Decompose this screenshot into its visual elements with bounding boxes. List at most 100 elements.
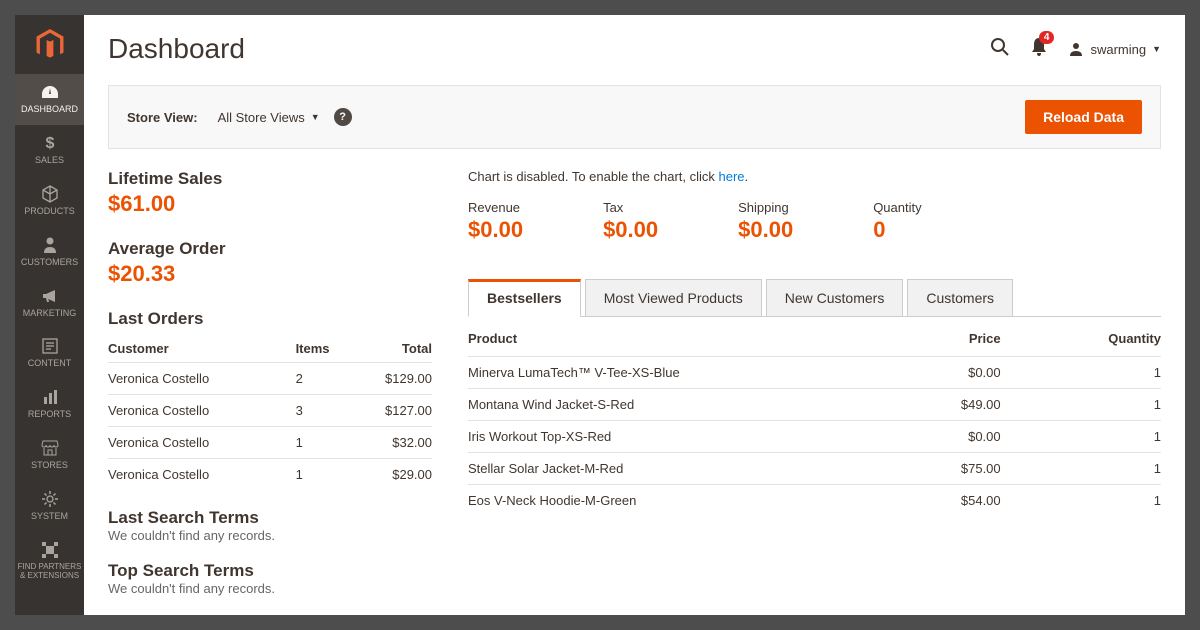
cell-product: Minerva LumaTech™ V-Tee-XS-Blue <box>468 357 871 389</box>
last-orders-title: Last Orders <box>108 309 432 329</box>
table-row[interactable]: Minerva LumaTech™ V-Tee-XS-Blue$0.001 <box>468 357 1161 389</box>
store-view-value: All Store Views <box>218 110 305 125</box>
nav-customers[interactable]: CUSTOMERS <box>15 227 84 278</box>
help-icon[interactable]: ? <box>334 108 352 126</box>
nav-label: DASHBOARD <box>21 105 78 115</box>
cell-price: $75.00 <box>871 453 1061 485</box>
nav-label: PRODUCTS <box>24 207 75 217</box>
table-row[interactable]: Iris Workout Top-XS-Red$0.001 <box>468 421 1161 453</box>
bestsellers-table: Product Price Quantity Minerva LumaTech™… <box>468 316 1161 516</box>
tabs: Bestsellers Most Viewed Products New Cus… <box>468 279 1161 317</box>
col-total: Total <box>363 335 432 363</box>
customers-icon <box>43 235 57 255</box>
cell-price: $0.00 <box>871 421 1061 453</box>
store-view-label: Store View: <box>127 110 198 125</box>
dashboard-icon <box>40 82 60 102</box>
tab-customers[interactable]: Customers <box>907 279 1013 317</box>
partners-icon <box>41 540 59 560</box>
top-search-section: Top Search Terms We couldn't find any re… <box>108 561 432 596</box>
cell-product: Stellar Solar Jacket-M-Red <box>468 453 871 485</box>
nav-label: MARKETING <box>23 309 77 319</box>
nav-reports[interactable]: REPORTS <box>15 379 84 430</box>
notifications-icon[interactable]: 4 <box>1030 37 1048 62</box>
reload-data-button[interactable]: Reload Data <box>1025 100 1142 134</box>
nav-marketing[interactable]: MARKETING <box>15 278 84 329</box>
cell-items: 2 <box>256 363 364 395</box>
metric-label: Shipping <box>738 200 793 215</box>
nav-label: FIND PARTNERS & EXTENSIONS <box>17 563 82 581</box>
notification-badge: 4 <box>1039 31 1055 44</box>
nav-products[interactable]: PRODUCTS <box>15 176 84 227</box>
cell-quantity: 1 <box>1061 421 1161 453</box>
average-order-label: Average Order <box>108 239 432 259</box>
metric-value: $0.00 <box>468 217 523 243</box>
last-orders-table: Customer Items Total Veronica Costello2$… <box>108 335 432 490</box>
tab-bestsellers[interactable]: Bestsellers <box>468 279 581 317</box>
nav-content[interactable]: CONTENT <box>15 328 84 379</box>
nav-dashboard[interactable]: DASHBOARD <box>15 74 84 125</box>
lifetime-sales-value: $61.00 <box>108 191 432 217</box>
nav-label: STORES <box>31 461 68 471</box>
last-search-section: Last Search Terms We couldn't find any r… <box>108 508 432 543</box>
nav-label: CONTENT <box>28 359 72 369</box>
chevron-down-icon: ▼ <box>1152 44 1161 54</box>
cell-product: Montana Wind Jacket-S-Red <box>468 389 871 421</box>
col-customer: Customer <box>108 335 256 363</box>
table-row[interactable]: Veronica Costello2$129.00 <box>108 363 432 395</box>
cell-quantity: 1 <box>1061 453 1161 485</box>
nav-system[interactable]: SYSTEM <box>15 481 84 532</box>
metric-tax: Tax $0.00 <box>603 200 658 243</box>
metric-shipping: Shipping $0.00 <box>738 200 793 243</box>
table-row[interactable]: Eos V-Neck Hoodie-M-Green$54.001 <box>468 485 1161 517</box>
table-row[interactable]: Veronica Costello3$127.00 <box>108 395 432 427</box>
last-search-msg: We couldn't find any records. <box>108 528 432 543</box>
metric-quantity: Quantity 0 <box>873 200 921 243</box>
nav-stores[interactable]: STORES <box>15 430 84 481</box>
cell-total: $29.00 <box>363 459 432 491</box>
system-icon <box>41 489 59 509</box>
cell-price: $54.00 <box>871 485 1061 517</box>
cell-price: $0.00 <box>871 357 1061 389</box>
cell-price: $49.00 <box>871 389 1061 421</box>
page-title: Dashboard <box>108 33 990 65</box>
last-search-title: Last Search Terms <box>108 508 432 528</box>
nav-find-partners[interactable]: FIND PARTNERS & EXTENSIONS <box>15 532 84 591</box>
toolbar: Store View: All Store Views ▼ ? Reload D… <box>108 85 1161 149</box>
table-row[interactable]: Veronica Costello1$29.00 <box>108 459 432 491</box>
cell-customer: Veronica Costello <box>108 395 256 427</box>
user-icon <box>1068 41 1084 57</box>
top-search-title: Top Search Terms <box>108 561 432 581</box>
cell-items: 1 <box>256 427 364 459</box>
magento-logo[interactable] <box>15 15 84 74</box>
search-icon[interactable] <box>990 37 1010 62</box>
metric-label: Quantity <box>873 200 921 215</box>
lifetime-sales-block: Lifetime Sales $61.00 <box>108 169 432 217</box>
nav-sales[interactable]: $ SALES <box>15 125 84 176</box>
cell-quantity: 1 <box>1061 389 1161 421</box>
main: Dashboard 4 swarming ▼ Store View: Al <box>84 15 1185 615</box>
chart-disabled-msg: Chart is disabled. To enable the chart, … <box>468 169 1161 184</box>
stores-icon <box>41 438 59 458</box>
metric-value: 0 <box>873 217 921 243</box>
table-row[interactable]: Veronica Costello1$32.00 <box>108 427 432 459</box>
cell-product: Eos V-Neck Hoodie-M-Green <box>468 485 871 517</box>
enable-chart-link[interactable]: here <box>719 169 745 184</box>
table-row[interactable]: Stellar Solar Jacket-M-Red$75.001 <box>468 453 1161 485</box>
nav-label: CUSTOMERS <box>21 258 78 268</box>
cell-items: 1 <box>256 459 364 491</box>
marketing-icon <box>41 286 59 306</box>
average-order-block: Average Order $20.33 <box>108 239 432 287</box>
col-product: Product <box>468 317 871 357</box>
tab-new-customers[interactable]: New Customers <box>766 279 904 317</box>
table-row[interactable]: Montana Wind Jacket-S-Red$49.001 <box>468 389 1161 421</box>
cell-total: $32.00 <box>363 427 432 459</box>
store-view-select[interactable]: All Store Views ▼ <box>218 110 320 125</box>
metric-value: $0.00 <box>603 217 658 243</box>
cell-customer: Veronica Costello <box>108 427 256 459</box>
user-menu[interactable]: swarming ▼ <box>1068 41 1161 57</box>
nav-label: SYSTEM <box>31 512 68 522</box>
lifetime-sales-label: Lifetime Sales <box>108 169 432 189</box>
tab-most-viewed[interactable]: Most Viewed Products <box>585 279 762 317</box>
svg-text:$: $ <box>45 135 54 152</box>
sidebar: DASHBOARD $ SALES PRODUCTS CUSTOMERS MAR… <box>15 15 84 615</box>
